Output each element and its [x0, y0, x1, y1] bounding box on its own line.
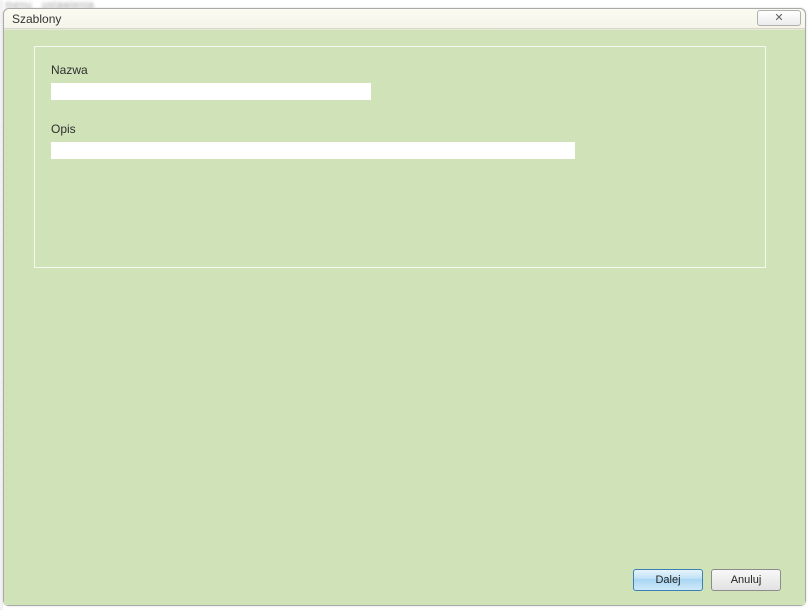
dialog-window: Szablony ✕ Nazwa Opis Dalej Anuluj	[3, 8, 806, 606]
dialog-title: Szablony	[12, 12, 61, 26]
button-row: Dalej Anuluj	[34, 569, 785, 593]
spacer	[34, 268, 785, 569]
content-area: Nazwa Opis Dalej Anuluj	[4, 29, 805, 605]
close-icon: ✕	[774, 11, 783, 24]
next-button[interactable]: Dalej	[633, 569, 703, 591]
form-panel: Nazwa Opis	[34, 46, 766, 268]
titlebar: Szablony ✕	[4, 9, 805, 29]
cancel-button[interactable]: Anuluj	[711, 569, 781, 591]
close-button[interactable]: ✕	[757, 10, 801, 26]
name-label: Nazwa	[51, 63, 749, 77]
description-input[interactable]	[51, 142, 575, 159]
description-label: Opis	[51, 122, 749, 136]
name-input[interactable]	[51, 83, 371, 100]
